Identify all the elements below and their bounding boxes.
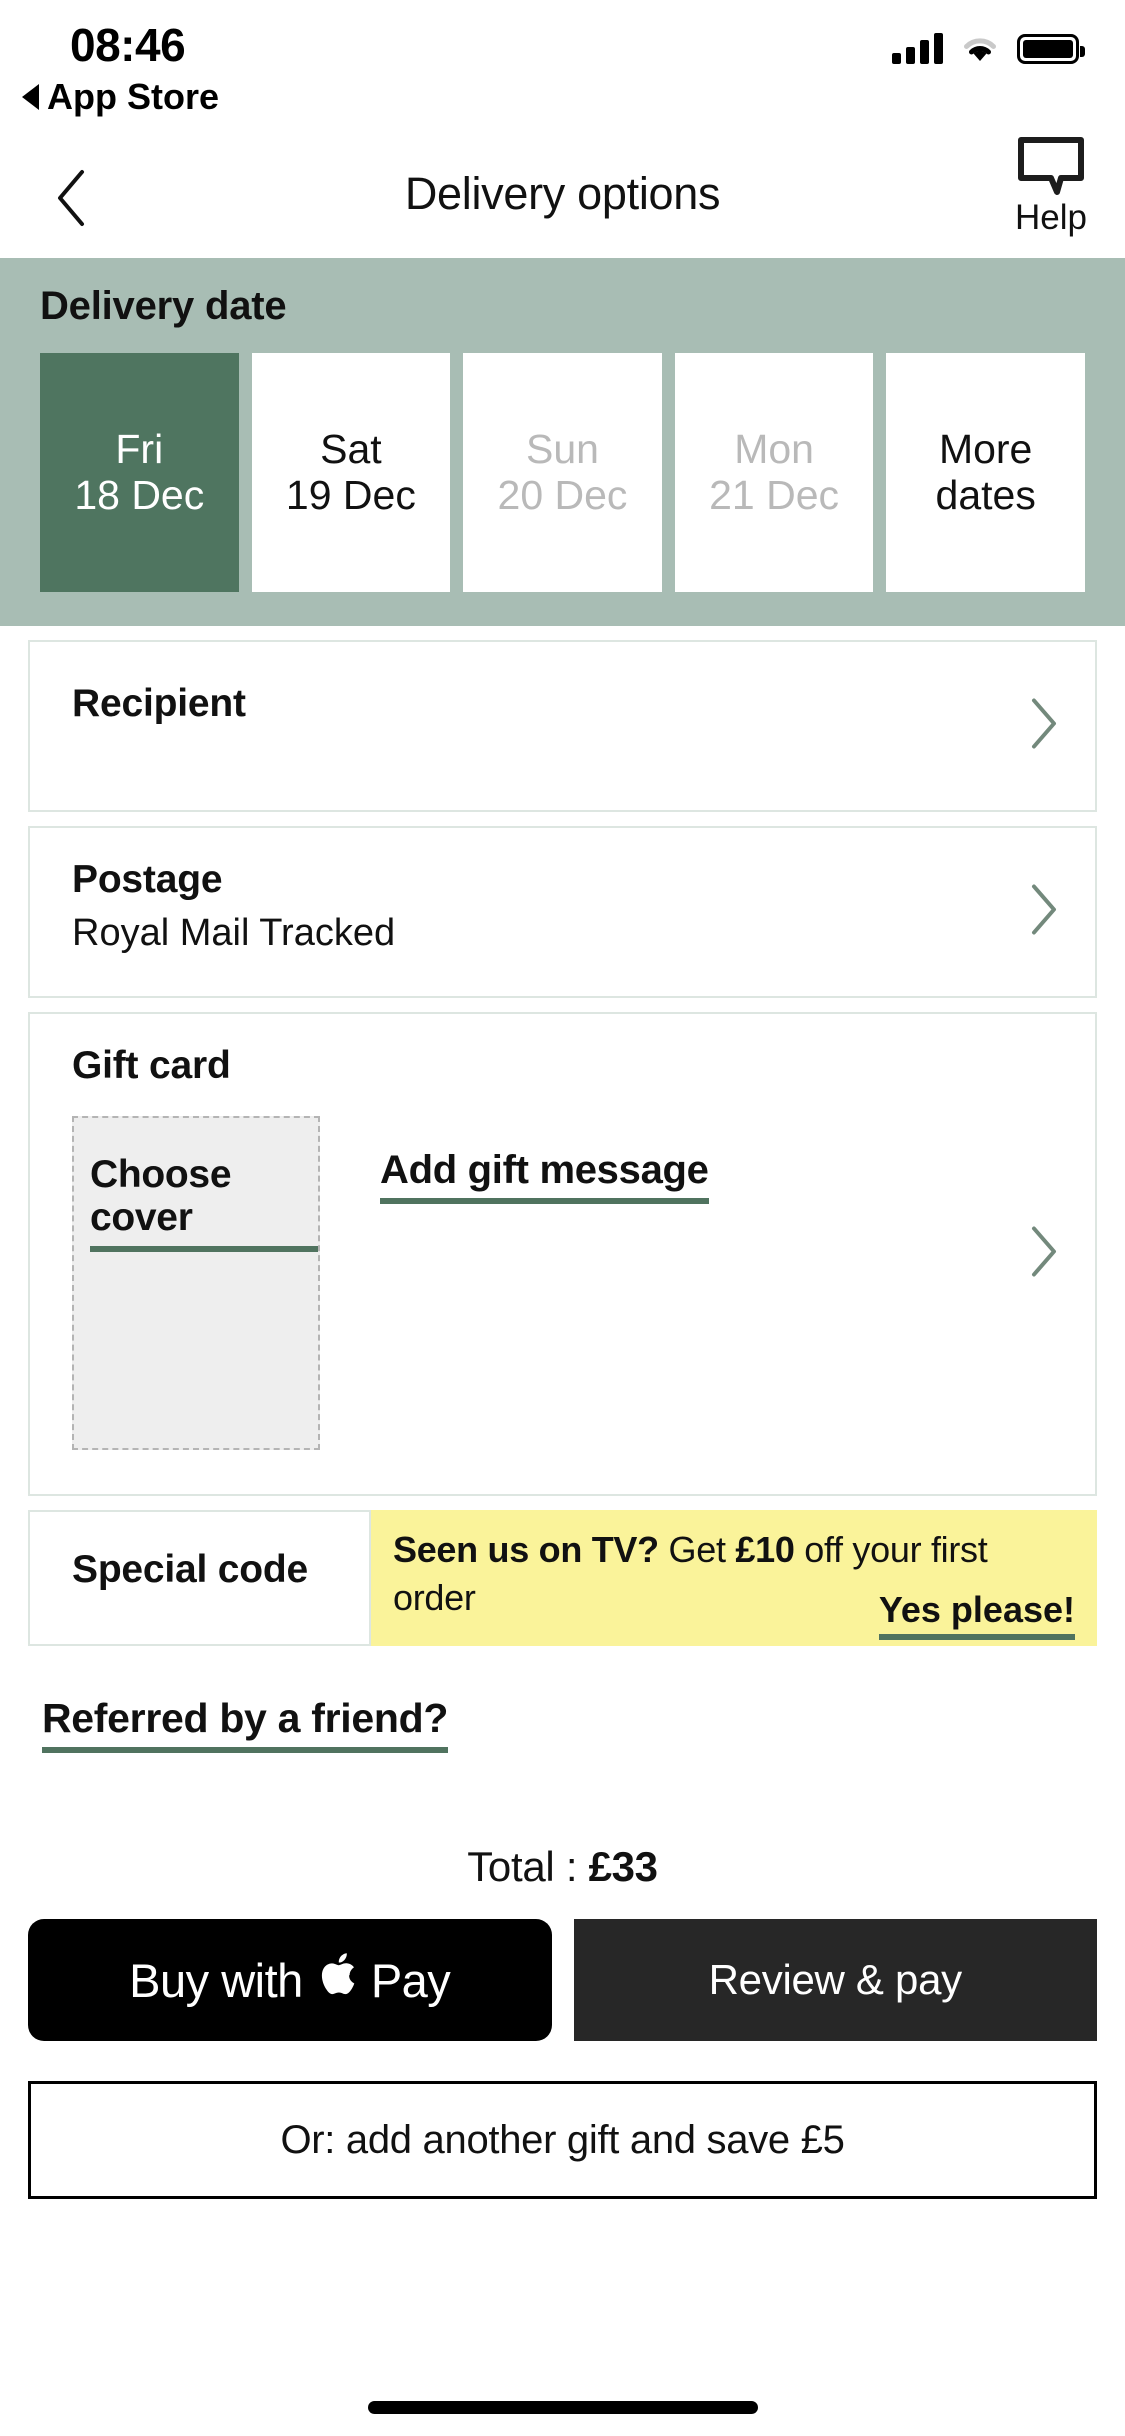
- wifi-icon: [960, 34, 1000, 64]
- referred-by-friend-link[interactable]: Referred by a friend?: [42, 1695, 448, 1754]
- date-option-sun-20-dec: Sun 20 Dec: [463, 353, 662, 592]
- total-amount: £33: [588, 1843, 658, 1891]
- tv-promo-banner[interactable]: Seen us on TV? Get £10 off your first or…: [371, 1510, 1097, 1646]
- gift-card-body: Choose cover Add gift message: [72, 1116, 1095, 1450]
- gift-card-heading: Gift card: [72, 1044, 231, 1087]
- gift-card-section[interactable]: Gift card Choose cover Add gift message: [28, 1012, 1097, 1496]
- back-triangle-icon: [22, 84, 39, 110]
- add-another-gift-button[interactable]: Or: add another gift and save £5: [28, 2081, 1097, 2200]
- special-code-and-promo: Special code Seen us on TV? Get £10 off …: [28, 1510, 1097, 1646]
- review-and-pay-label: Review & pay: [708, 1956, 962, 2004]
- date-option-dow: Mon: [734, 425, 814, 472]
- tv-promo-amount: £10: [735, 1529, 795, 1570]
- help-label: Help: [1015, 198, 1087, 237]
- tv-promo-lead: Seen us on TV?: [393, 1529, 659, 1570]
- postage-row[interactable]: Postage Royal Mail Tracked: [28, 826, 1097, 998]
- return-to-app-store-label: App Store: [47, 76, 220, 117]
- gift-message-area: Add gift message: [380, 1116, 709, 1450]
- date-option-dow: More: [938, 425, 1033, 472]
- date-option-sat-19-dec[interactable]: Sat 19 Dec: [251, 353, 451, 592]
- navigation-bar: Delivery options Help: [0, 137, 1125, 258]
- apple-logo-icon: [321, 1950, 361, 2005]
- date-option-dow: Fri: [115, 425, 164, 472]
- tv-promo-mid: Get: [658, 1529, 736, 1570]
- date-option-dom: 20 Dec: [497, 471, 628, 518]
- delivery-date-options: Fri 18 Dec Sat 19 Dec Sun 20 Dec Mon 21 …: [40, 353, 1085, 592]
- apple-pay-prefix: Buy with: [129, 1953, 303, 2007]
- chevron-right-icon: [1027, 882, 1061, 943]
- postage-value: Royal Mail Tracked: [72, 912, 396, 954]
- help-button[interactable]: Help: [1003, 134, 1099, 235]
- home-indicator[interactable]: [367, 2401, 758, 2414]
- chevron-right-icon: [1027, 1224, 1061, 1285]
- add-another-gift-label: Or: add another gift and save £5: [280, 2117, 845, 2162]
- date-option-dom: 21 Dec: [709, 471, 840, 518]
- signal-bars-icon: [892, 32, 943, 64]
- status-bar: 08:46 App Store: [0, 0, 1125, 140]
- app-screen: 08:46 App Store Delivery options Help De…: [0, 0, 1125, 2436]
- order-total: Total : £33: [0, 1843, 1125, 1891]
- date-option-mon-21-dec: Mon 21 Dec: [674, 353, 874, 592]
- recipient-row[interactable]: Recipient: [28, 640, 1097, 812]
- date-option-dow: Sun: [526, 425, 599, 472]
- referral-section: Referred by a friend?: [42, 1695, 1125, 1754]
- page-title: Delivery options: [404, 168, 721, 219]
- choose-cover-link[interactable]: Choose cover: [90, 1153, 318, 1252]
- apple-pay-button[interactable]: Buy with Pay: [28, 1919, 552, 2042]
- speech-bubble-icon: [1015, 134, 1087, 198]
- chevron-right-icon: [1027, 696, 1061, 757]
- return-to-app-store-button[interactable]: App Store: [22, 76, 219, 118]
- date-option-more-dates[interactable]: More dates: [886, 353, 1085, 592]
- delivery-date-section: Delivery date Fri 18 Dec Sat 19 Dec Sun …: [0, 258, 1125, 626]
- special-code-label: Special code: [72, 1548, 309, 1591]
- add-gift-message-link[interactable]: Add gift message: [380, 1148, 709, 1204]
- special-code-field[interactable]: Special code: [28, 1510, 371, 1646]
- date-option-dom: dates: [935, 471, 1036, 518]
- battery-icon: [1017, 34, 1085, 64]
- date-option-dom: 18 Dec: [74, 471, 205, 518]
- status-time: 08:46: [70, 19, 186, 71]
- delivery-date-heading: Delivery date: [40, 284, 287, 328]
- postage-label: Postage: [72, 858, 223, 901]
- date-option-fri-18-dec[interactable]: Fri 18 Dec: [40, 353, 239, 592]
- checkout-buttons: Buy with Pay Review & pay: [28, 1919, 1097, 2042]
- apple-pay-suffix: Pay: [370, 1953, 451, 2007]
- tv-promo-cta-link[interactable]: Yes please!: [878, 1590, 1075, 1640]
- date-option-dom: 19 Dec: [285, 471, 416, 518]
- date-option-dow: Sat: [320, 425, 382, 472]
- recipient-label: Recipient: [72, 682, 246, 725]
- choose-cover-placeholder[interactable]: Choose cover: [72, 1116, 320, 1450]
- total-label: Total :: [467, 1843, 589, 1891]
- status-indicators: [892, 32, 1085, 64]
- review-and-pay-button[interactable]: Review & pay: [573, 1919, 1097, 2042]
